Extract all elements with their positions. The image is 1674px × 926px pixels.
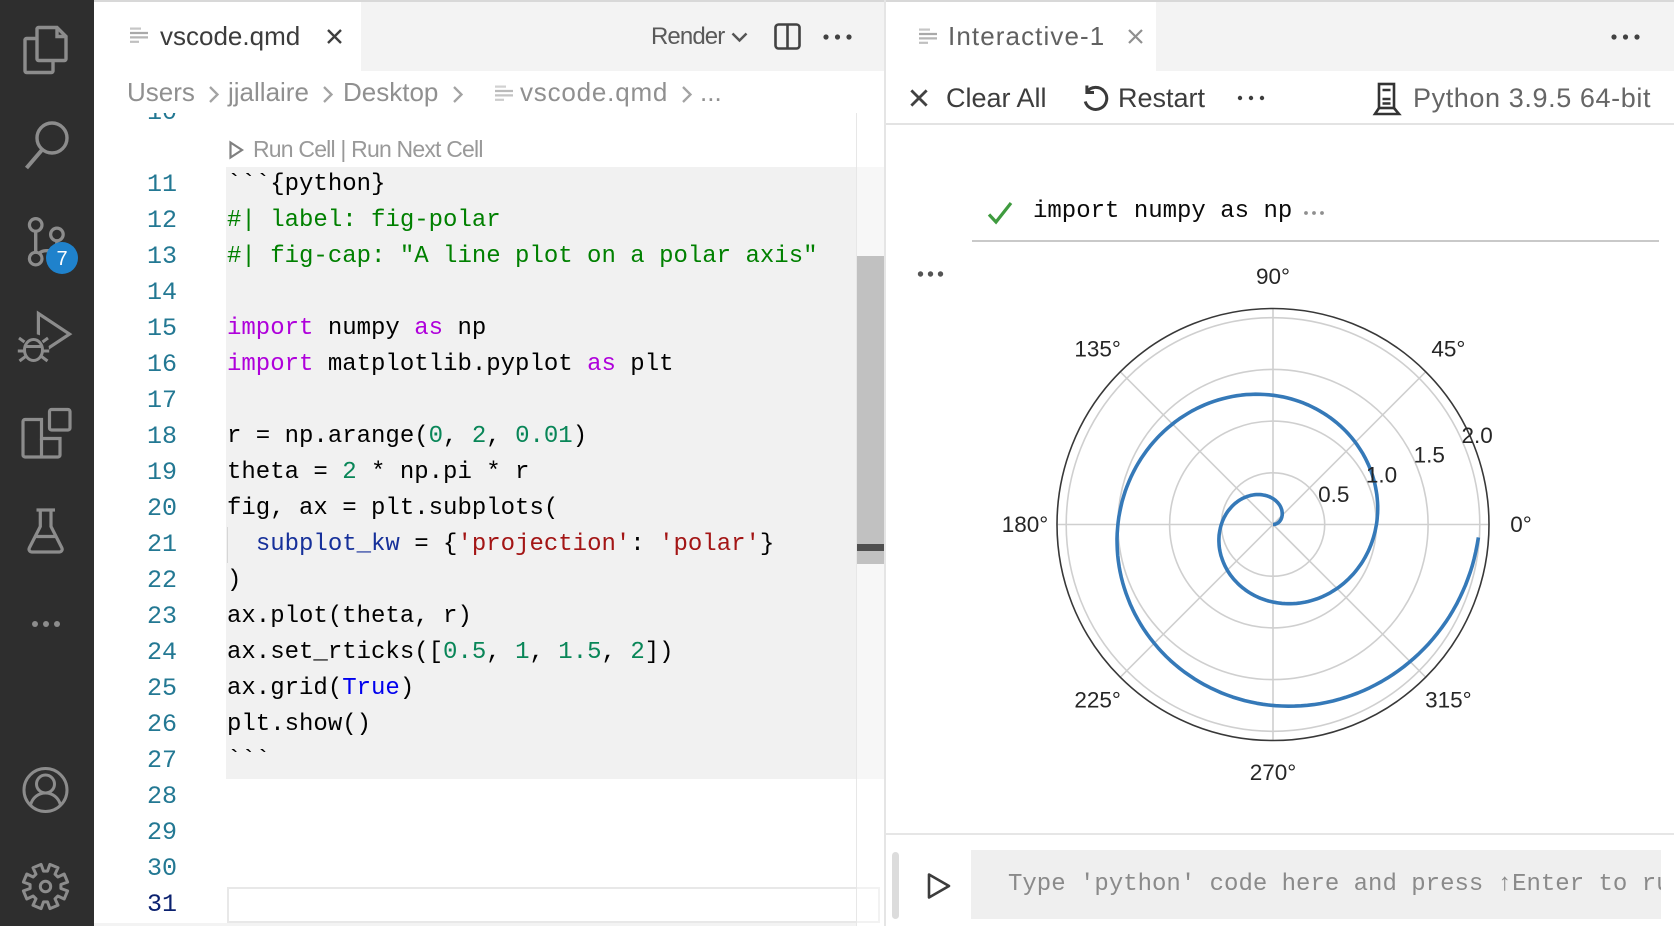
svg-text:7: 7	[56, 248, 67, 270]
svg-text:2.0: 2.0	[1461, 423, 1492, 448]
svg-text:315°: 315°	[1425, 687, 1472, 712]
svg-text:45°: 45°	[1431, 337, 1465, 362]
svg-text:225°: 225°	[1074, 687, 1121, 712]
svg-text:180°: 180°	[1002, 512, 1049, 537]
svg-text:0°: 0°	[1510, 512, 1532, 537]
svg-text:90°: 90°	[1256, 264, 1290, 289]
svg-text:135°: 135°	[1074, 337, 1121, 362]
svg-text:270°: 270°	[1250, 760, 1297, 785]
svg-text:1.0: 1.0	[1366, 462, 1397, 487]
svg-text:1.5: 1.5	[1414, 443, 1445, 468]
svg-text:0.5: 0.5	[1318, 482, 1349, 507]
